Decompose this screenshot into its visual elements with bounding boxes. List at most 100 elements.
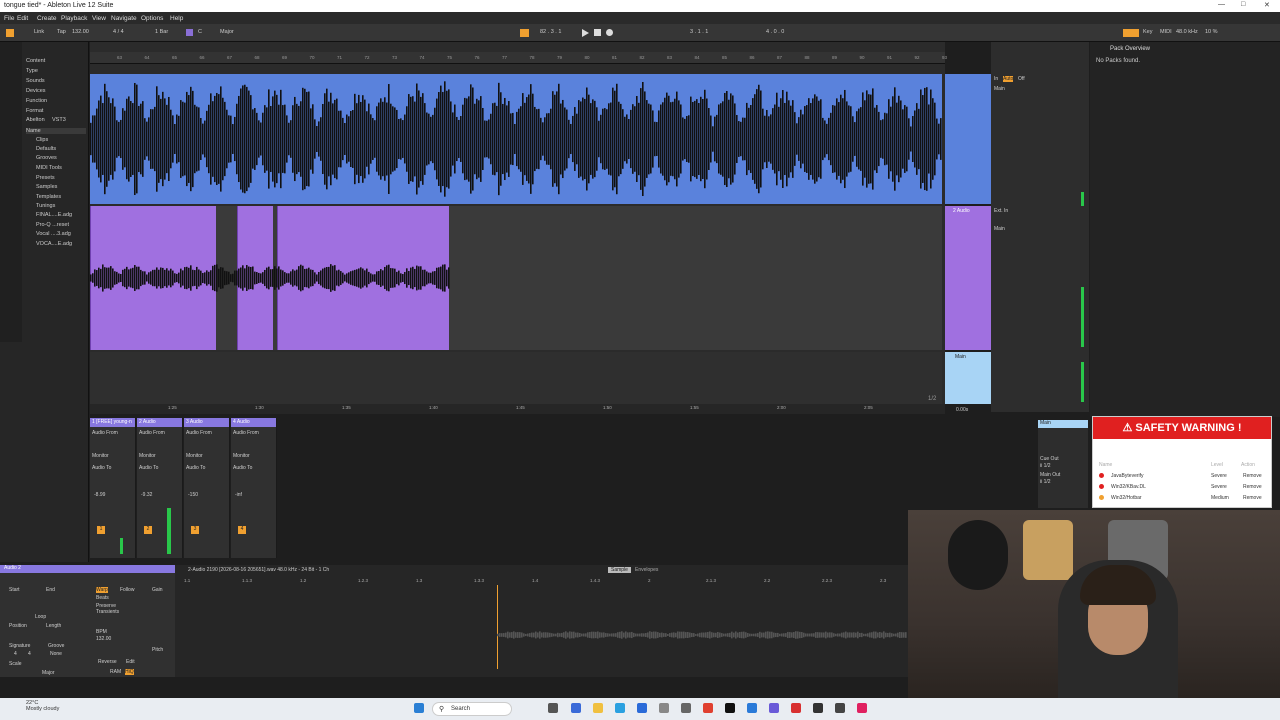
scale-mode-icon[interactable] xyxy=(186,29,193,36)
browser-file[interactable]: FINAL....E.adg xyxy=(36,212,72,218)
input-monitor-in[interactable]: In xyxy=(994,76,998,82)
browser-folder[interactable]: MIDI Tools xyxy=(36,165,62,171)
clip-scale-select[interactable]: Major xyxy=(42,670,55,676)
remove-button[interactable]: Remove xyxy=(1243,495,1262,501)
input-type-select[interactable]: Ext. In xyxy=(994,208,1008,214)
browser-category[interactable]: Type xyxy=(26,68,38,74)
browser-folder[interactable]: Defaults xyxy=(36,146,56,152)
browser-category[interactable]: Sounds xyxy=(26,78,45,84)
key-map-button[interactable] xyxy=(1123,29,1139,37)
app-icon[interactable] xyxy=(813,703,823,713)
follow-button[interactable]: Follow xyxy=(120,587,134,593)
remove-button[interactable]: Remove xyxy=(1243,473,1262,479)
file-explorer-icon[interactable] xyxy=(593,703,603,713)
ableton-icon[interactable] xyxy=(725,703,735,713)
browser-category[interactable]: Format xyxy=(26,108,43,114)
task-view-icon[interactable] xyxy=(548,703,558,713)
follow-button[interactable] xyxy=(520,29,529,37)
preserve-select[interactable]: Transients xyxy=(96,609,119,615)
browser-folder[interactable]: Tunings xyxy=(36,203,55,209)
stop-button[interactable] xyxy=(594,29,601,36)
menu-view[interactable]: View xyxy=(92,15,106,22)
menu-playback[interactable]: Playback xyxy=(61,15,87,22)
browser-file[interactable]: Vocal ....3.adg xyxy=(36,231,71,237)
app-icon[interactable] xyxy=(857,703,867,713)
main-track-header[interactable]: Main xyxy=(945,352,991,404)
tab-envelopes[interactable]: Envelopes xyxy=(635,567,658,573)
menu-file[interactable]: File xyxy=(4,15,14,22)
reverse-button[interactable]: Reverse xyxy=(98,659,117,665)
hiq-button[interactable]: HiQ xyxy=(125,669,134,675)
browser-file[interactable]: VOCA....E.adg xyxy=(36,241,72,247)
chrome-icon[interactable] xyxy=(703,703,713,713)
volume-value[interactable]: -9.32 xyxy=(141,492,152,498)
cue-out-select[interactable]: ii 1/2 xyxy=(1040,463,1051,469)
edit-button[interactable]: Edit xyxy=(126,659,135,665)
discord-icon[interactable] xyxy=(769,703,779,713)
tempo-field[interactable]: 132.00 xyxy=(72,29,89,35)
track-activator[interactable]: 2 xyxy=(144,526,152,534)
browser-folder[interactable]: Clips xyxy=(36,137,48,143)
browser-folder[interactable]: Samples xyxy=(36,184,57,190)
volume-value[interactable]: -inf xyxy=(235,492,242,498)
close-icon[interactable]: ✕ xyxy=(1264,1,1270,9)
track-1-header[interactable] xyxy=(945,74,991,204)
browser-category[interactable]: Content xyxy=(26,58,45,64)
signature-denominator[interactable]: 4 xyxy=(28,651,31,657)
beat-ruler[interactable] xyxy=(90,52,945,64)
browser-file[interactable]: Pro-Q ...reset xyxy=(36,222,69,228)
track-activator[interactable]: 1 xyxy=(97,526,105,534)
menu-edit[interactable]: Edit xyxy=(17,15,28,22)
weather-widget[interactable]: 22°C Mostly cloudy xyxy=(26,700,59,712)
track-activator[interactable]: 3 xyxy=(191,526,199,534)
ram-button[interactable]: RAM xyxy=(110,669,121,675)
scale-select[interactable]: Major xyxy=(220,29,234,35)
start-icon[interactable] xyxy=(414,703,424,713)
output-select[interactable]: Main xyxy=(994,226,1005,232)
browser-folder[interactable]: Templates xyxy=(36,194,61,200)
tab-sample[interactable]: Sample xyxy=(608,567,631,573)
browser-category[interactable]: VST3 xyxy=(52,117,66,123)
browser-name-header[interactable]: Name xyxy=(26,128,86,134)
copilot-icon[interactable] xyxy=(571,703,581,713)
browser-category[interactable]: Abelton xyxy=(26,117,45,123)
audio-clip-track-1[interactable] xyxy=(90,74,942,204)
signature-field[interactable]: 4 / 4 xyxy=(113,29,124,35)
menu-help[interactable]: Help xyxy=(170,15,183,22)
key-root-select[interactable]: C xyxy=(198,29,202,35)
link-button[interactable]: Link xyxy=(34,29,44,35)
input-monitor-auto[interactable]: Auto xyxy=(1003,76,1014,82)
app-icon[interactable] xyxy=(835,703,845,713)
store-icon[interactable] xyxy=(637,703,647,713)
browser-folder[interactable]: Presets xyxy=(36,175,55,181)
tap-button[interactable]: Tap xyxy=(57,29,66,35)
remove-button[interactable]: Remove xyxy=(1243,484,1262,490)
track-activator[interactable]: 4 xyxy=(238,526,246,534)
loop-length-field[interactable]: 4 . 0 . 0 xyxy=(766,29,784,35)
browser-folder[interactable]: Grooves xyxy=(36,155,57,161)
app-icon[interactable] xyxy=(791,703,801,713)
input-monitor-off[interactable]: Off xyxy=(1018,76,1025,82)
loop-button[interactable]: Loop xyxy=(35,614,46,620)
volume-value[interactable]: -150 xyxy=(188,492,198,498)
signature-numerator[interactable]: 4 xyxy=(14,651,17,657)
output-select[interactable]: Main xyxy=(994,86,1005,92)
app-icon[interactable] xyxy=(681,703,691,713)
volume-value[interactable]: -8.99 xyxy=(94,492,105,498)
bpm-field[interactable]: 132.00 xyxy=(96,636,111,642)
main-out-select[interactable]: ii 1/2 xyxy=(1040,479,1051,485)
channel-name[interactable]: 2 Audio xyxy=(137,418,182,427)
main-channel-name[interactable]: Main xyxy=(1038,420,1088,428)
loop-start-field[interactable]: 3 . 1 . 1 xyxy=(690,29,708,35)
quantize-select[interactable]: 1 Bar xyxy=(155,29,168,35)
menu-create[interactable]: Create xyxy=(37,15,57,22)
menu-options[interactable]: Options xyxy=(141,15,163,22)
channel-name[interactable]: 1 [FREE] young-n xyxy=(90,418,135,427)
main-track-lane[interactable] xyxy=(90,352,942,404)
clip-name[interactable]: Audio 2 xyxy=(0,565,175,573)
browser-category[interactable]: Function xyxy=(26,98,47,104)
app-icon[interactable] xyxy=(659,703,669,713)
app-icon[interactable] xyxy=(747,703,757,713)
track-2-header[interactable]: 2 Audio xyxy=(945,206,991,350)
warp-button[interactable]: Warp xyxy=(96,587,108,593)
